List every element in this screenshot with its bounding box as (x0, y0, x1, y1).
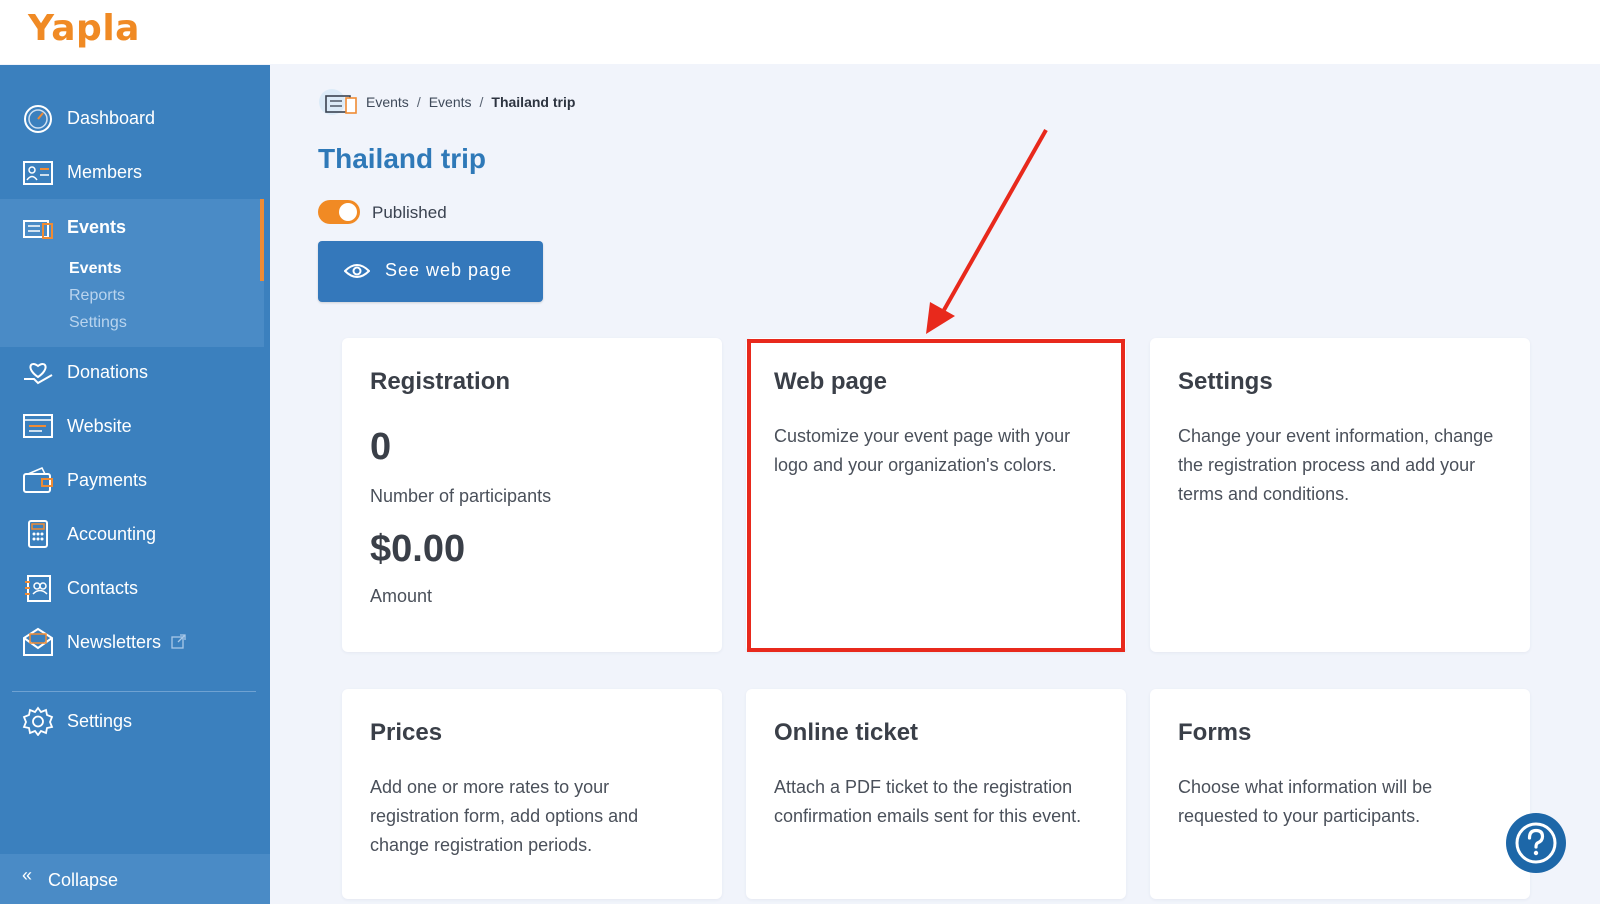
sidebar-item-accounting[interactable]: Accounting (0, 511, 270, 557)
amount-value: $0.00 (370, 528, 466, 570)
sidebar: Dashboard Members Events Events Reports … (0, 65, 270, 904)
card-title: Online ticket (774, 719, 919, 746)
card-description: Customize your event page with your logo… (774, 426, 1071, 475)
sidebar-item-label: Members (67, 161, 143, 182)
sidebar-item-website[interactable]: Website (0, 403, 270, 449)
sidebar-item-label: Newsletters (67, 632, 186, 653)
sidebar-item-label: Dashboard (67, 107, 156, 128)
card-title: Prices (370, 719, 443, 746)
forms-card[interactable]: Forms Choose what information will be re… (1150, 689, 1530, 899)
sidebar-item-contacts[interactable]: Contacts (0, 565, 270, 611)
newsletters-icon (23, 627, 53, 656)
sidebar-item-newsletters[interactable]: Newsletters (0, 619, 270, 665)
sidebar-item-settings[interactable]: Settings (0, 698, 270, 744)
sidebar-divider (12, 691, 256, 692)
collapse-button[interactable]: « Collapse (0, 854, 270, 904)
external-link-icon (171, 633, 186, 649)
events-ticket-icon (319, 89, 357, 115)
accounting-icon (28, 520, 48, 548)
collapse-chevron-icon: « (22, 865, 33, 885)
yapla-logo[interactable]: Yapla (28, 8, 140, 49)
breadcrumb-item-events[interactable]: Events (366, 94, 409, 110)
help-button[interactable] (1506, 813, 1566, 873)
contacts-icon (25, 575, 51, 602)
sidebar-item-label: Events (67, 216, 127, 237)
sidebar-item-donations[interactable]: Donations (0, 349, 270, 395)
sidebar-item-label: Accounting (67, 523, 157, 544)
card-title: Settings (1178, 368, 1273, 395)
donations-icon (24, 363, 53, 385)
newsletters-label: Newsletters (67, 631, 162, 652)
breadcrumb-separator: / (479, 94, 484, 110)
card-title: Registration (370, 368, 511, 395)
participants-count: 0 (370, 426, 392, 468)
breadcrumb-separator: / (416, 94, 421, 110)
breadcrumb-current: Thailand trip (491, 94, 576, 110)
sidebar-item-dashboard[interactable]: Dashboard (0, 95, 270, 141)
prices-card[interactable]: Prices Add one or more rates to your reg… (342, 689, 722, 899)
settings-gear-icon (22, 706, 54, 736)
sidebar-item-label: Settings (67, 710, 133, 731)
help-question-icon (1515, 822, 1557, 864)
events-group: Events Events Reports Settings (0, 199, 264, 347)
sidebar-item-label: Payments (67, 469, 148, 490)
see-web-page-button[interactable]: See web page (318, 241, 543, 302)
eye-icon (344, 264, 370, 278)
card-description: Attach a PDF ticket to the registration … (774, 777, 1082, 826)
amount-label: Amount (370, 586, 433, 606)
breadcrumb: Events / Events / Thailand trip (318, 88, 575, 116)
sidebar-item-events[interactable]: Events (0, 204, 270, 250)
web-page-card[interactable]: Web page Customize your event page with … (746, 338, 1126, 652)
card-title: Web page (774, 368, 887, 395)
sidebar-item-payments[interactable]: Payments (0, 457, 270, 503)
sidebar-subitem-events[interactable]: Events (69, 260, 121, 278)
card-description: Change your event information, change th… (1178, 426, 1494, 504)
card-title: Forms (1178, 719, 1252, 746)
published-toggle[interactable] (318, 200, 360, 224)
toggle-knob (339, 203, 357, 221)
members-icon (23, 161, 53, 185)
payments-icon (23, 467, 53, 493)
settings-card[interactable]: Settings Change your event information, … (1150, 338, 1530, 652)
sidebar-subitem-reports[interactable]: Reports (69, 287, 125, 305)
top-bar: Yapla (0, 0, 1600, 64)
sidebar-item-label: Website (67, 415, 132, 436)
sidebar-item-label: Donations (67, 361, 149, 382)
participants-label: Number of participants (370, 486, 552, 506)
sidebar-item-label: Contacts (67, 577, 139, 598)
events-icon (23, 220, 53, 239)
online-ticket-card[interactable]: Online ticket Attach a PDF ticket to the… (746, 689, 1126, 899)
dashboard-icon (24, 105, 52, 133)
card-description: Add one or more rates to your registrati… (370, 777, 639, 855)
page-title: Thailand trip (318, 143, 486, 174)
sidebar-subitem-settings[interactable]: Settings (69, 314, 127, 332)
registration-card[interactable]: Registration 0 Number of participants $0… (342, 338, 722, 652)
see-web-page-label: See web page (385, 260, 513, 280)
published-label: Published (372, 203, 447, 222)
card-description: Choose what information will be requeste… (1178, 777, 1433, 826)
breadcrumb-item-events-list[interactable]: Events (429, 94, 472, 110)
website-icon (23, 414, 53, 438)
collapse-label: Collapse (48, 870, 119, 890)
sidebar-item-members[interactable]: Members (0, 149, 270, 195)
